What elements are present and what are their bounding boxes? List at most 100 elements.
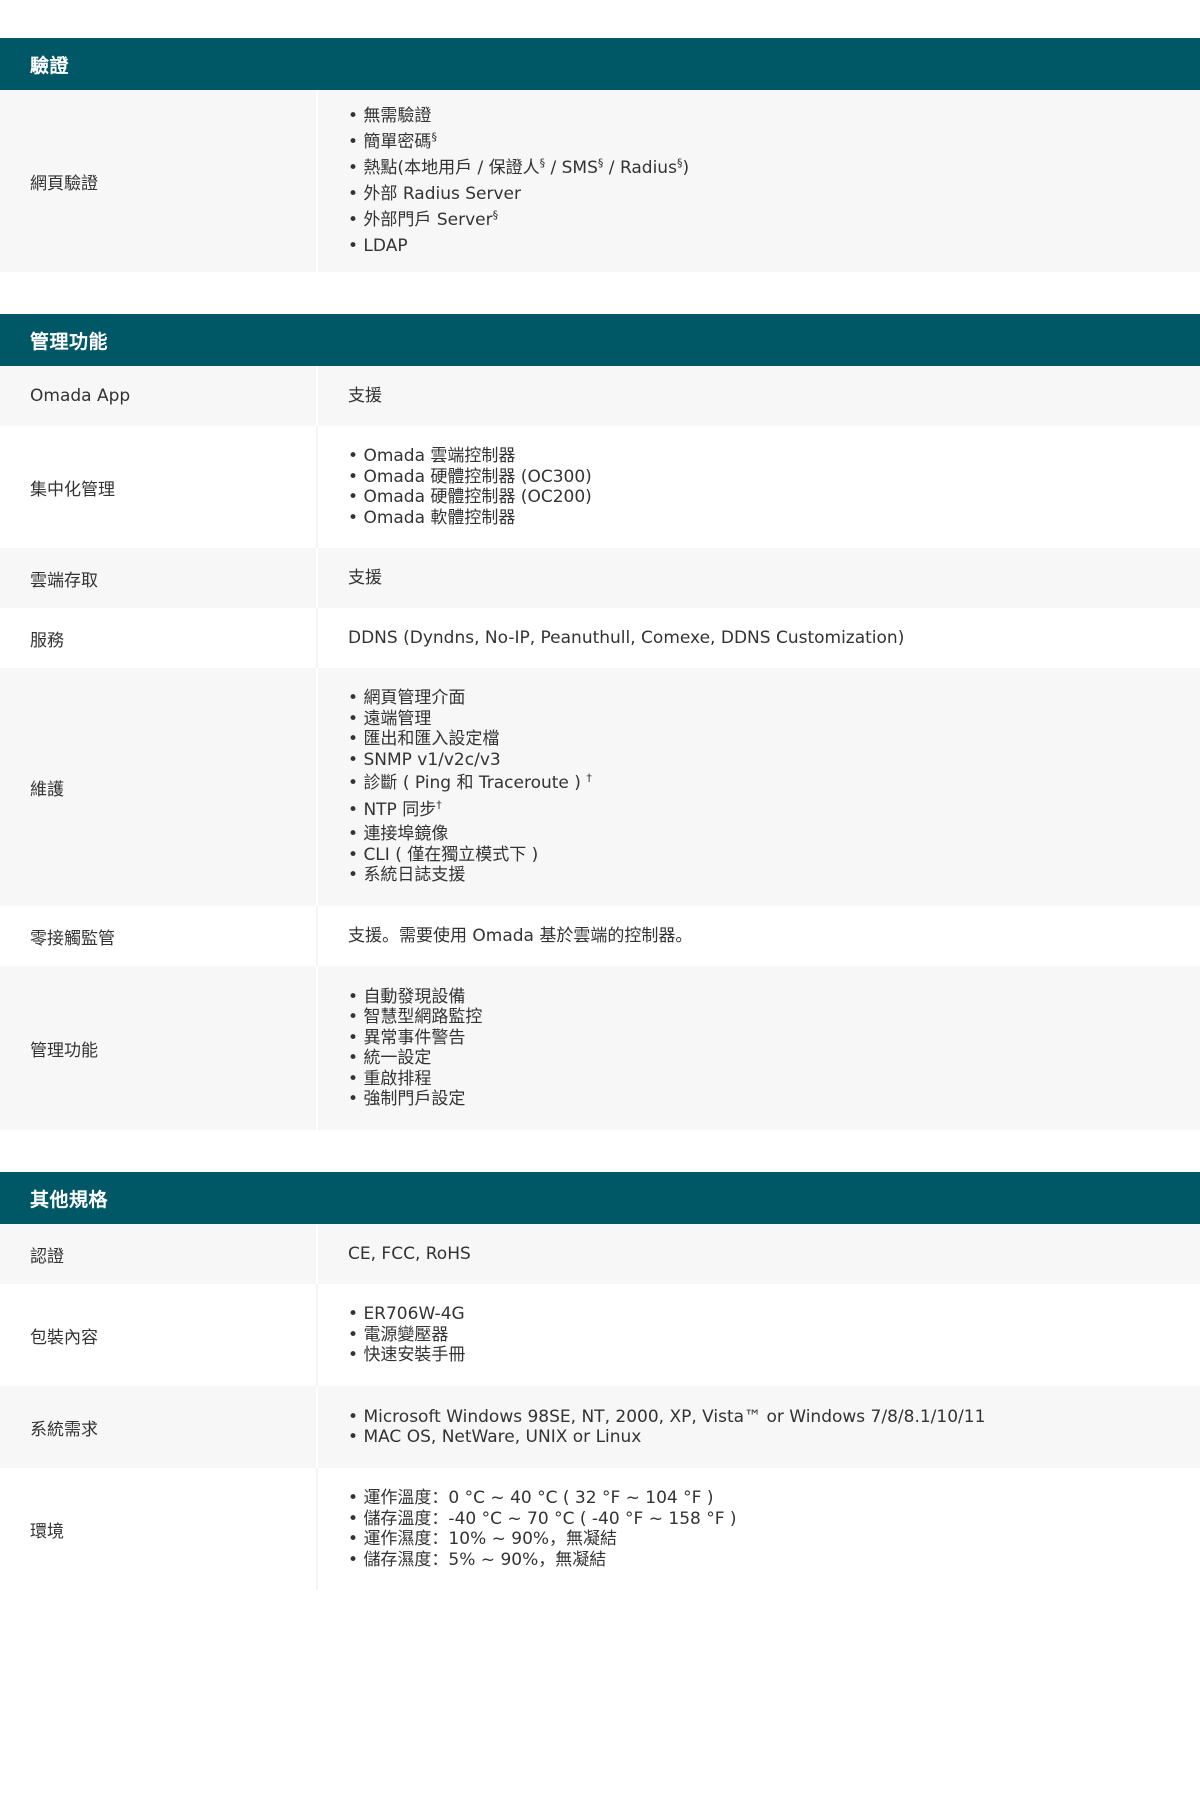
spec-label: 包裝內容: [30, 1327, 98, 1348]
spec-row: 集中化管理Omada 雲端控制器Omada 硬體控制器 (OC300)Omada…: [0, 426, 1200, 548]
spec-value: CE, FCC, RoHS: [316, 1224, 1200, 1284]
list-item: Omada 硬體控制器 (OC200): [348, 487, 1200, 508]
spec-label: 零接觸監管: [30, 928, 115, 949]
spec-label: 環境: [30, 1521, 64, 1542]
footnote-mark: †: [586, 771, 592, 785]
list-item-text: / Radius: [603, 158, 677, 178]
spec-row: 零接觸監管 支援。需要使用 Omada 基於雲端的控制器。: [0, 906, 1200, 966]
list-item: 連接埠鏡像: [348, 824, 1200, 845]
spec-row: 網頁驗證 • 無需驗證 • 簡單密碼§ • 熱點(本地用戶 / 保證人§ / SMS§…: [0, 90, 1200, 272]
list-item: 系統日誌支援: [348, 865, 1200, 886]
list-item-text: 連接埠鏡像: [363, 824, 449, 845]
list-item-text: CLI ( 僅在獨立模式下 ): [363, 844, 539, 865]
list-item: 運作溫度：0 °C ~ 40 °C ( 32 °F ~ 104 °F ): [348, 1488, 1200, 1509]
spec-row: 管理功能 自動發現設備智慧型網路監控異常事件警告統一設定重啟排程強制門戶設定: [0, 966, 1200, 1130]
footnote-mark: †: [436, 798, 442, 812]
spec-row: 雲端存取 支援: [0, 548, 1200, 608]
list-item: • 外部 Radius Server: [348, 181, 1200, 207]
spec-value: DDNS (Dyndns, No-IP, Peanuthull, Comexe,…: [316, 608, 1200, 668]
spec-row: 服務 DDNS (Dyndns, No-IP, Peanuthull, Comex…: [0, 608, 1200, 668]
list-item: 匯出和匯入設定檔: [348, 729, 1200, 750]
list-item-text: • 外部 Radius Server: [348, 184, 521, 204]
value-text: 支援: [348, 568, 382, 588]
list-item: 遠端管理: [348, 709, 1200, 730]
list-item: MAC OS, NetWare, UNIX or Linux: [348, 1427, 1200, 1448]
list-item-text: 系統日誌支援: [363, 865, 466, 886]
list-item: 重啟排程: [348, 1069, 1200, 1090]
spec-label: Omada App: [30, 386, 131, 406]
list-item: 智慧型網路監控: [348, 1007, 1200, 1028]
list-item-text: • 外部門戶 Server: [348, 210, 493, 230]
list-item: 強制門戶設定: [348, 1089, 1200, 1110]
list-item: 網頁管理介面: [348, 688, 1200, 709]
list-item: Omada 硬體控制器 (OC300): [348, 467, 1200, 488]
list-item: 快速安裝手冊: [348, 1345, 1200, 1366]
spec-table: 驗證 網頁驗證 • 無需驗證 • 簡單密碼§ • 熱點(本地用戶 / 保證人§ / SM…: [0, 38, 1200, 1590]
list-item: 診斷 ( Ping 和 Traceroute ) †: [348, 770, 1200, 797]
list-item: 異常事件警告: [348, 1028, 1200, 1049]
spec-label: 網頁驗證: [30, 173, 98, 194]
spec-label: 集中化管理: [30, 479, 115, 500]
list-item-text: ): [682, 158, 690, 178]
spec-label: 服務: [30, 630, 64, 651]
list-item-text: • 熱點(本地用戶 / 保證人: [348, 158, 540, 178]
footnote-mark: §: [431, 130, 437, 144]
list-item: • 熱點(本地用戶 / 保證人§ / SMS§ / Radius§): [348, 155, 1200, 181]
list-item-text: NTP 同步: [363, 800, 437, 821]
spec-value: Microsoft Windows 98SE, NT, 2000, XP, Vi…: [316, 1386, 1200, 1468]
list-item: Microsoft Windows 98SE, NT, 2000, XP, Vi…: [348, 1407, 1200, 1428]
spec-section-3: 其他規格認證 CE, FCC, RoHS 包裝內容 ER706W-4G電源變壓器快速安…: [0, 1172, 1200, 1590]
list-item: 運作濕度：10% ~ 90%，無凝結: [348, 1529, 1200, 1550]
spec-label: 認證: [30, 1246, 64, 1267]
spec-label: 雲端存取: [30, 570, 98, 591]
spec-value: 支援。需要使用 Omada 基於雲端的控制器。: [316, 906, 1200, 966]
section-title: 其他規格: [0, 1172, 1200, 1224]
list-item: 儲存濕度：5% ~ 90%，無凝結: [348, 1550, 1200, 1571]
list-item: • LDAP: [348, 233, 1200, 259]
spec-row: Omada App 支援: [0, 366, 1200, 426]
list-item: • 簡單密碼§: [348, 129, 1200, 155]
list-item-text: • 無需驗證: [348, 106, 432, 126]
list-item-text: 匯出和匯入設定檔: [363, 729, 500, 750]
list-item: NTP 同步†: [348, 797, 1200, 824]
spec-value: • 無需驗證 • 簡單密碼§ • 熱點(本地用戶 / 保證人§ / SMS§ / R…: [316, 90, 1200, 272]
list-item-text: • 簡單密碼: [348, 132, 432, 152]
spec-section-1: 驗證 網頁驗證 • 無需驗證 • 簡單密碼§ • 熱點(本地用戶 / 保證人§ / SM…: [0, 38, 1200, 272]
list-item-text: 診斷 ( Ping 和 Traceroute ): [363, 773, 587, 794]
spec-label: 系統需求: [30, 1419, 98, 1440]
list-item: 儲存溫度：-40 °C ~ 70 °C ( -40 °F ~ 158 °F ): [348, 1509, 1200, 1530]
spec-row: 認證 CE, FCC, RoHS: [0, 1224, 1200, 1284]
section-title: 管理功能: [0, 314, 1200, 366]
list-item: • 外部門戶 Server§: [348, 207, 1200, 233]
spec-row: 包裝內容 ER706W-4G電源變壓器快速安裝手冊: [0, 1284, 1200, 1386]
spec-value: ER706W-4G電源變壓器快速安裝手冊: [316, 1284, 1200, 1386]
list-item-text: / SMS: [545, 158, 598, 178]
list-item: ER706W-4G: [348, 1304, 1200, 1325]
section-title: 驗證: [0, 38, 1200, 90]
value-text: 支援。需要使用 Omada 基於雲端的控制器。: [348, 926, 693, 946]
list-item: 統一設定: [348, 1048, 1200, 1069]
spec-value: 運作溫度：0 °C ~ 40 °C ( 32 °F ~ 104 °F )儲存溫度…: [316, 1468, 1200, 1590]
value-text: CE, FCC, RoHS: [348, 1244, 471, 1264]
spec-label: 維護: [30, 779, 64, 800]
spec-section-2: 管理功能Omada App支援集中化管理Omada 雲端控制器Omada 硬體控…: [0, 314, 1200, 1130]
list-item-text: 遠端管理: [363, 708, 432, 729]
value-text: 支援: [348, 386, 382, 406]
list-item-text: • LDAP: [348, 236, 408, 256]
list-item-text: SNMP v1/v2c/v3: [363, 749, 501, 770]
spec-value: 支援: [316, 366, 1200, 426]
list-item: 電源變壓器: [348, 1325, 1200, 1346]
spec-row: 維護網頁管理介面遠端管理匯出和匯入設定檔SNMP v1/v2c/v3診斷 ( P…: [0, 668, 1200, 906]
spec-row: 環境運作溫度：0 °C ~ 40 °C ( 32 °F ~ 104 °F )儲存…: [0, 1468, 1200, 1590]
list-item: • 無需驗證: [348, 103, 1200, 129]
spec-row: 系統需求 Microsoft Windows 98SE, NT, 2000, XP…: [0, 1386, 1200, 1468]
footnote-mark: §: [492, 208, 499, 222]
list-item: Omada 雲端控制器: [348, 446, 1200, 467]
value-text: DDNS (Dyndns, No-IP, Peanuthull, Comexe,…: [348, 628, 905, 648]
list-item: CLI ( 僅在獨立模式下 ): [348, 845, 1200, 866]
spec-value: Omada 雲端控制器Omada 硬體控制器 (OC300)Omada 硬體控制…: [316, 426, 1200, 548]
spec-value: 支援: [316, 548, 1200, 608]
spec-label: 管理功能: [30, 1040, 98, 1061]
list-item: 自動發現設備: [348, 987, 1200, 1008]
list-item: Omada 軟體控制器: [348, 508, 1200, 529]
